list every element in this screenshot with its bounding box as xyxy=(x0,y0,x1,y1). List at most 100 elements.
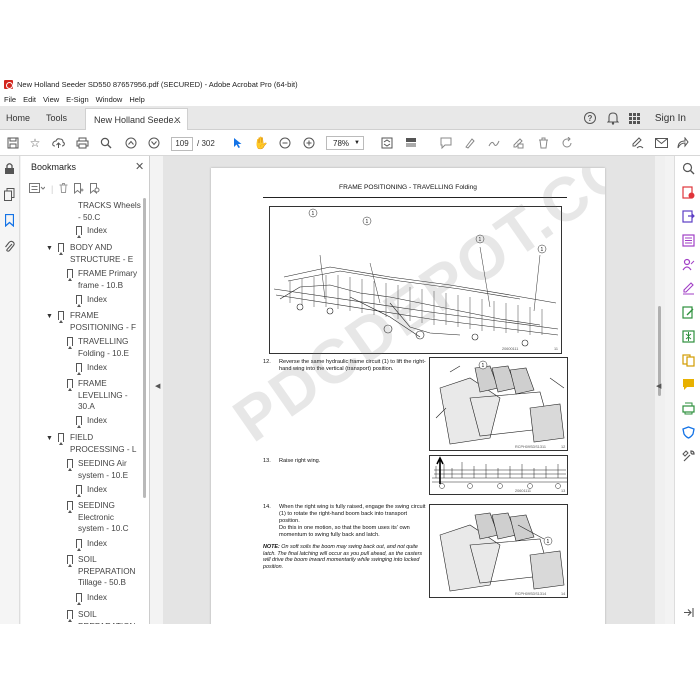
combine-files-icon[interactable] xyxy=(682,354,695,367)
comment-icon[interactable] xyxy=(439,136,453,150)
bookmark-icon xyxy=(76,295,82,307)
bookmark-item-index[interactable]: Index xyxy=(21,484,145,497)
bookmark-item-soil-preparation[interactable]: SOIL PREPARATION xyxy=(21,609,145,624)
bookmark-item-index[interactable]: Index xyxy=(21,538,145,551)
lock-icon[interactable] xyxy=(4,162,15,178)
create-pdf-icon[interactable] xyxy=(682,186,695,199)
previous-page-icon[interactable] xyxy=(124,136,138,150)
organize-pages-icon[interactable] xyxy=(682,234,695,247)
fill-sign-icon[interactable] xyxy=(630,136,644,150)
star-icon[interactable]: ☆ xyxy=(28,136,42,150)
highlight-pen-icon[interactable] xyxy=(463,136,477,150)
comment-tool-icon[interactable] xyxy=(682,378,695,391)
share-icon[interactable] xyxy=(676,136,690,150)
grid-apps-icon[interactable] xyxy=(629,106,640,130)
page-number-input[interactable]: 109 xyxy=(171,136,193,151)
bookmark-item-frame-levelling[interactable]: FRAME LEVELLING - 30.A xyxy=(21,378,145,414)
bookmark-icon xyxy=(76,593,82,605)
attachment-icon[interactable] xyxy=(4,240,15,256)
bookmarks-scrollbar[interactable] xyxy=(143,198,146,498)
select-cursor-icon[interactable] xyxy=(231,136,245,150)
next-page-icon[interactable] xyxy=(147,136,161,150)
compress-pdf-icon[interactable] xyxy=(682,330,695,343)
collapse-left-panel-icon[interactable]: ◀ xyxy=(155,382,160,390)
edit-sign-icon[interactable] xyxy=(511,136,525,150)
bookmark-item-seeding-electronic[interactable]: SEEDING Electronic system - 10.C xyxy=(21,500,145,536)
bookmark-item-field-processing[interactable]: ▼ FIELD PROCESSING - L xyxy=(21,432,145,456)
menu-file[interactable]: File xyxy=(4,95,16,104)
options-menu-icon[interactable] xyxy=(29,183,46,195)
tab-home[interactable]: Home xyxy=(6,106,30,130)
page-display-icon[interactable] xyxy=(404,136,418,150)
bookmarks-toolbar: | xyxy=(29,182,100,196)
sign-in-button[interactable]: Sign In xyxy=(655,106,686,130)
bookmark-item-index[interactable]: Index xyxy=(21,362,145,375)
bookmark-item-soil-preparation-tillage[interactable]: SOIL PREPARATION Tillage - 50.B xyxy=(21,554,145,590)
figure-number: 11 xyxy=(554,347,558,351)
rotate-icon[interactable] xyxy=(560,136,574,150)
bookmark-item-index[interactable]: Index xyxy=(21,294,145,307)
more-tools-icon[interactable] xyxy=(682,450,695,463)
pages-thumbnail-icon[interactable] xyxy=(4,188,15,204)
tab-tools[interactable]: Tools xyxy=(46,106,67,130)
menu-esign[interactable]: E-Sign xyxy=(66,95,89,104)
print-icon[interactable] xyxy=(75,136,89,150)
menu-view[interactable]: View xyxy=(43,95,59,104)
fill-and-sign-icon[interactable] xyxy=(682,282,695,295)
zoom-select[interactable]: 78% ▼ xyxy=(326,136,364,150)
bookmark-item-index[interactable]: Index xyxy=(21,592,145,605)
bookmark-item-tracks-wheels[interactable]: TRACKS Wheels - 50.C xyxy=(21,200,145,224)
bookmark-label: Index xyxy=(87,539,108,548)
email-icon[interactable] xyxy=(654,136,668,150)
bookmark-item-index[interactable]: Index xyxy=(21,415,145,428)
bookmark-item-body-structure[interactable]: ▼ BODY AND STRUCTURE - E xyxy=(21,242,145,266)
bookmark-item-frame-primary[interactable]: FRAME Primary frame - 10.B xyxy=(21,268,145,292)
bookmark-panel-icon[interactable] xyxy=(4,213,15,230)
bookmark-item-seeding-air[interactable]: SEEDING Air system - 10.E xyxy=(21,458,145,482)
zoom-out-icon[interactable] xyxy=(278,136,292,150)
scan-ocr-icon[interactable] xyxy=(682,402,695,415)
close-panel-icon[interactable]: ✕ xyxy=(135,160,144,173)
help-icon[interactable]: ? xyxy=(584,106,596,130)
bookmark-label: TRAVELLING Folding - 10.E xyxy=(78,337,129,358)
delete-icon[interactable] xyxy=(536,136,550,150)
delete-bookmark-icon[interactable] xyxy=(59,183,68,195)
bookmark-icon xyxy=(76,539,82,551)
close-tab-icon[interactable]: ✕ xyxy=(173,115,181,126)
draw-icon[interactable] xyxy=(487,136,501,150)
new-bookmark-icon[interactable] xyxy=(74,182,84,196)
bell-icon[interactable] xyxy=(607,106,619,130)
bookmark-icon xyxy=(67,337,73,349)
upload-icon[interactable] xyxy=(51,136,65,150)
fit-page-icon[interactable] xyxy=(380,136,394,150)
menu-window[interactable]: Window xyxy=(96,95,123,104)
chevron-down-icon[interactable]: ▼ xyxy=(46,243,53,255)
bookmarks-panel: Bookmarks ✕ | TRACKS Wheels - 50.C Index… xyxy=(21,156,150,624)
bookmark-item-travelling-folding[interactable]: TRAVELLING Folding - 10.E xyxy=(21,336,145,360)
edit-pdf-icon[interactable] xyxy=(682,306,695,319)
hand-tool-icon[interactable]: ✋ xyxy=(254,136,269,150)
export-pdf-icon[interactable] xyxy=(682,210,695,223)
chevron-down-icon[interactable]: ▼ xyxy=(46,433,53,445)
figure-number: 14 xyxy=(561,592,566,596)
bookmark-item-frame-positioning[interactable]: ▼ FRAME POSITIONING - F xyxy=(21,310,145,334)
expand-pane-icon[interactable] xyxy=(682,606,695,619)
zoom-in-icon[interactable] xyxy=(302,136,316,150)
request-signature-icon[interactable] xyxy=(682,258,695,271)
menu-help[interactable]: Help xyxy=(129,95,144,104)
protect-icon[interactable] xyxy=(682,426,695,439)
step-number: 13. xyxy=(263,458,271,464)
find-bookmark-icon[interactable] xyxy=(90,182,100,196)
zoom-search-icon[interactable] xyxy=(682,162,695,175)
menu-edit[interactable]: Edit xyxy=(23,95,36,104)
chevron-down-icon[interactable]: ▼ xyxy=(46,311,53,323)
figure-raise-wing-13: 20601111 13 xyxy=(429,455,568,495)
save-icon[interactable] xyxy=(6,136,20,150)
search-icon[interactable] xyxy=(99,136,113,150)
tab-document[interactable]: New Holland Seede... ✕ xyxy=(85,108,188,131)
bookmark-icon xyxy=(67,555,73,567)
bookmark-item-index[interactable]: Index xyxy=(21,225,145,238)
collapse-right-panel-icon[interactable]: ◀ xyxy=(656,382,661,390)
callout-1: 1 xyxy=(312,211,315,217)
document-scrollbar[interactable] xyxy=(655,156,665,624)
